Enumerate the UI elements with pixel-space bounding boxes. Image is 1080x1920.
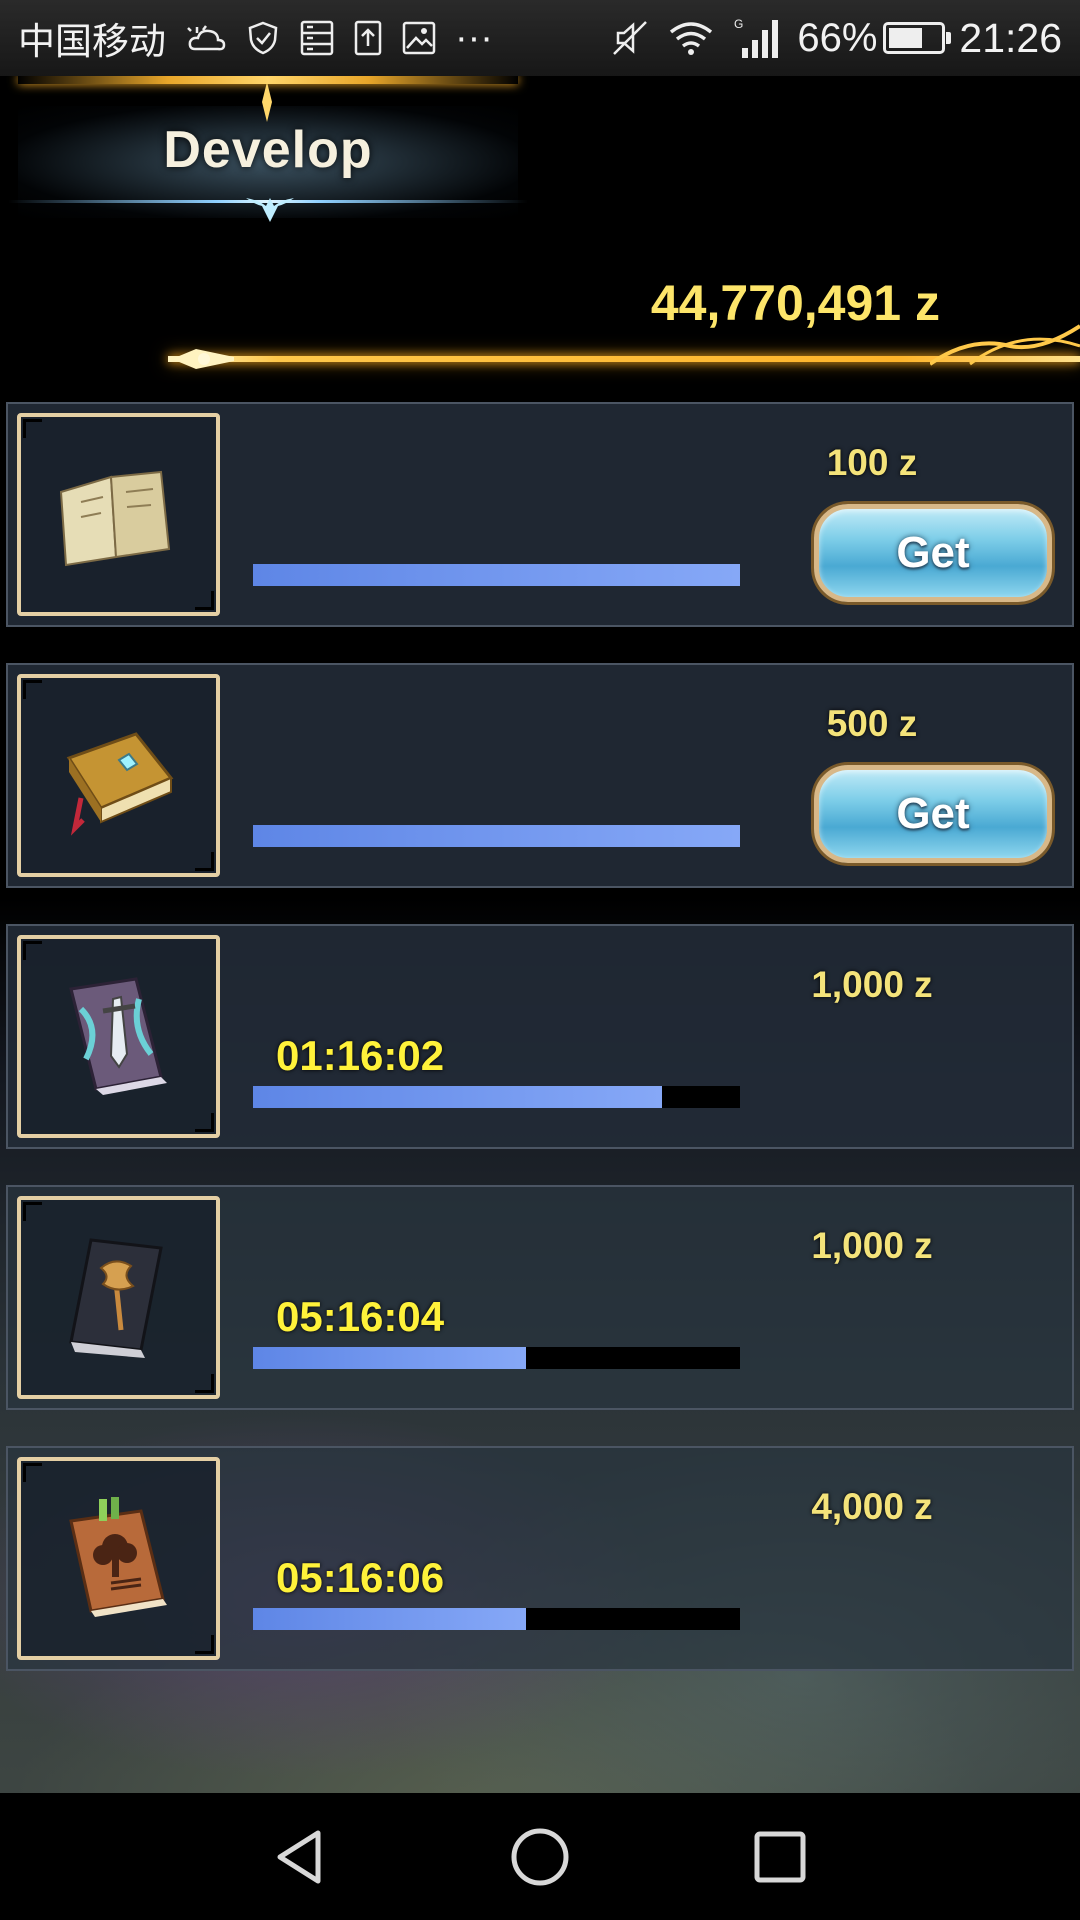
status-bar-left: 中国移动 ··· <box>18 11 502 65</box>
develop-row: 4,000 z 05:16:06 <box>6 1446 1074 1671</box>
progress-bar <box>253 1086 740 1108</box>
item-icon-frame[interactable] <box>17 1457 220 1660</box>
ornament-diamond-icon <box>262 82 272 122</box>
frame-corner <box>195 1635 214 1654</box>
progress-bar <box>253 1608 740 1630</box>
item-icon-frame[interactable] <box>17 674 220 877</box>
frame-corner <box>195 1374 214 1393</box>
home-circle-icon <box>511 1828 569 1885</box>
security-shield-icon <box>245 20 281 56</box>
battery-level <box>889 28 923 48</box>
navigation-bar <box>0 1793 1080 1920</box>
frame-corner <box>23 1202 42 1221</box>
develop-row: 500 z Get <box>6 663 1074 888</box>
battery-percent: 66% <box>797 15 878 60</box>
progress-fill <box>253 1608 526 1630</box>
progress-fill <box>253 1347 526 1369</box>
status-bar-right: G 66% 21:26 <box>601 15 1062 62</box>
frame-corner <box>195 591 214 610</box>
clock: 21:26 <box>959 14 1062 61</box>
frame-corner <box>195 852 214 871</box>
ornament-crest-icon <box>246 198 294 222</box>
back-button[interactable] <box>180 1793 420 1920</box>
storage-icon <box>299 19 335 57</box>
develop-row: 1,000 z 01:16:02 <box>6 924 1074 1149</box>
gold-flourish-icon <box>930 324 1080 366</box>
frame-corner <box>195 1113 214 1132</box>
wifi-icon <box>668 20 714 56</box>
recents-button[interactable] <box>660 1793 900 1920</box>
status-bar: 中国移动 ··· G 66% 21:26 <box>0 0 1080 76</box>
progress-fill <box>253 1086 663 1108</box>
item-cost: 1,000 z <box>811 1225 933 1266</box>
network-type-label: G <box>734 17 743 31</box>
title-plate: Develop <box>8 76 528 236</box>
item-timer: 05:16:04 <box>276 1293 445 1340</box>
battery-icon <box>883 22 952 54</box>
recents-square-icon <box>754 1831 806 1882</box>
progress-bar <box>253 825 740 847</box>
develop-list: 100 z Get 500 z Get 1,000 z 01:16:02 1,000 z 05… <box>6 402 1074 1707</box>
item-cost: 4,000 z <box>811 1486 933 1527</box>
develop-row: 100 z Get <box>6 402 1074 627</box>
item-cost: 100 z <box>826 442 918 483</box>
frame-corner <box>23 680 42 699</box>
item-cost: 500 z <box>826 703 918 744</box>
progress-bar <box>253 1347 740 1369</box>
progress-fill <box>253 564 740 586</box>
arrow-tip-icon <box>172 349 234 369</box>
home-button[interactable] <box>420 1793 660 1920</box>
frame-corner <box>23 1463 42 1482</box>
frame-corner <box>23 941 42 960</box>
upload-icon <box>353 19 383 57</box>
gallery-icon <box>401 20 437 56</box>
page-title: Develop <box>163 121 373 179</box>
frame-corner <box>23 419 42 438</box>
progress-bar <box>253 564 740 586</box>
develop-row: 1,000 z 05:16:04 <box>6 1185 1074 1410</box>
progress-fill <box>253 825 740 847</box>
item-cost: 1,000 z <box>811 964 933 1005</box>
more-notifications-icon: ··· <box>455 16 493 59</box>
get-button[interactable]: Get <box>814 504 1052 602</box>
mute-icon <box>610 18 650 58</box>
carrier-name: 中国移动 <box>18 20 166 63</box>
signal-icon: G <box>732 16 780 60</box>
item-timer: 01:16:02 <box>276 1032 445 1079</box>
item-timer: 05:16:06 <box>276 1554 445 1601</box>
back-triangle-icon <box>277 1830 321 1883</box>
get-button[interactable]: Get <box>814 765 1052 863</box>
item-icon-frame[interactable] <box>17 413 220 616</box>
weather-icon <box>187 21 227 55</box>
zeny-total: 44,770,491 z <box>650 275 940 331</box>
game-screen: Develop 44,770,491 z 100 z Get 500 z Get 1,0… <box>0 76 1080 1793</box>
item-icon-frame[interactable] <box>17 1196 220 1399</box>
item-icon-frame[interactable] <box>17 935 220 1138</box>
